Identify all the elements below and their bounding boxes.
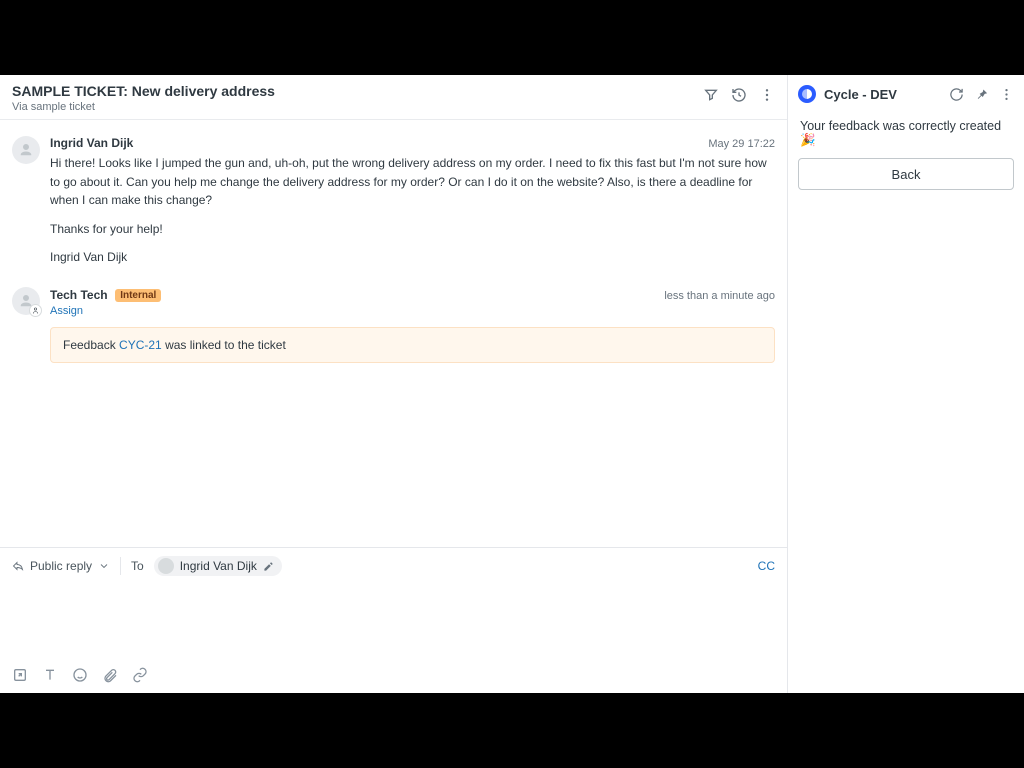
sidebar-actions [949, 87, 1014, 102]
note-text: Feedback [63, 338, 119, 352]
message-text: Hi there! Looks like I jumped the gun an… [50, 154, 775, 267]
cycle-logo-icon [798, 85, 816, 103]
refresh-icon[interactable] [949, 87, 964, 102]
avatar [12, 136, 40, 164]
message-body: Ingrid Van Dijk May 29 17:22 Hi there! L… [50, 136, 775, 267]
cc-button[interactable]: CC [758, 559, 775, 573]
ticket-title: SAMPLE TICKET: New delivery address [12, 83, 275, 99]
message-time: May 29 17:22 [708, 138, 775, 150]
reply-type-dropdown[interactable]: Public reply [12, 559, 110, 573]
message-top: Tech Tech Internal less than a minute ag… [50, 287, 775, 302]
composer-toolbar [0, 661, 787, 693]
message-time: less than a minute ago [664, 290, 775, 302]
agent-badge-icon [29, 304, 42, 317]
note-link[interactable]: CYC-21 [119, 338, 162, 352]
sidebar-title: Cycle - DEV [824, 87, 941, 102]
kebab-icon[interactable] [999, 87, 1014, 102]
ticket-pane: SAMPLE TICKET: New delivery address Via … [0, 75, 788, 693]
pin-icon[interactable] [974, 87, 989, 102]
composer-editor[interactable] [0, 582, 787, 661]
note-text: was linked to the ticket [162, 338, 286, 352]
ticket-header-titles: SAMPLE TICKET: New delivery address Via … [12, 83, 275, 113]
message: Tech Tech Internal less than a minute ag… [12, 281, 775, 377]
message-author: Tech Tech [50, 288, 108, 302]
filter-icon[interactable] [703, 87, 719, 103]
app-frame: SAMPLE TICKET: New delivery address Via … [0, 75, 1024, 693]
to-label: To [131, 559, 144, 573]
message-paragraph: Ingrid Van Dijk [50, 248, 775, 267]
recipient-name: Ingrid Van Dijk [180, 559, 257, 573]
internal-note: Feedback CYC-21 was linked to the ticket [50, 327, 775, 363]
attachment-icon[interactable] [102, 667, 118, 683]
assign-link[interactable]: Assign [50, 305, 83, 317]
ticket-header: SAMPLE TICKET: New delivery address Via … [0, 75, 787, 120]
message-top: Ingrid Van Dijk May 29 17:22 [50, 136, 775, 150]
edit-icon [263, 561, 274, 572]
message-author: Ingrid Van Dijk [50, 136, 133, 150]
composer-top: Public reply To Ingrid Van Dijk CC [0, 548, 787, 582]
composer: Public reply To Ingrid Van Dijk CC [0, 547, 787, 693]
emoji-icon[interactable] [72, 667, 88, 683]
reply-icon [12, 560, 24, 572]
chevron-down-icon [98, 560, 110, 572]
kebab-icon[interactable] [759, 87, 775, 103]
divider [120, 557, 121, 575]
reply-type-label: Public reply [30, 559, 92, 573]
avatar-icon [158, 558, 174, 574]
message-body: Tech Tech Internal less than a minute ag… [50, 287, 775, 363]
sidebar-header: Cycle - DEV [798, 85, 1014, 103]
message: Ingrid Van Dijk May 29 17:22 Hi there! L… [12, 130, 775, 281]
internal-tag: Internal [115, 289, 161, 302]
avatar [12, 287, 40, 315]
link-icon[interactable] [132, 667, 148, 683]
message-author-wrap: Tech Tech Internal [50, 287, 161, 302]
popout-icon[interactable] [12, 667, 28, 683]
history-icon[interactable] [731, 87, 747, 103]
conversation: Ingrid Van Dijk May 29 17:22 Hi there! L… [0, 120, 787, 547]
message-paragraph: Hi there! Looks like I jumped the gun an… [50, 154, 775, 210]
ticket-via: Via sample ticket [12, 101, 275, 113]
app-sidebar: Cycle - DEV Your feedback was correctly … [788, 75, 1024, 693]
ticket-header-actions [703, 83, 775, 103]
back-button[interactable]: Back [798, 158, 1014, 190]
person-icon [12, 136, 40, 164]
text-format-icon[interactable] [42, 667, 58, 683]
message-paragraph: Thanks for your help! [50, 220, 775, 239]
sidebar-message: Your feedback was correctly created 🎉 [800, 119, 1012, 148]
recipient-chip[interactable]: Ingrid Van Dijk [154, 556, 282, 576]
